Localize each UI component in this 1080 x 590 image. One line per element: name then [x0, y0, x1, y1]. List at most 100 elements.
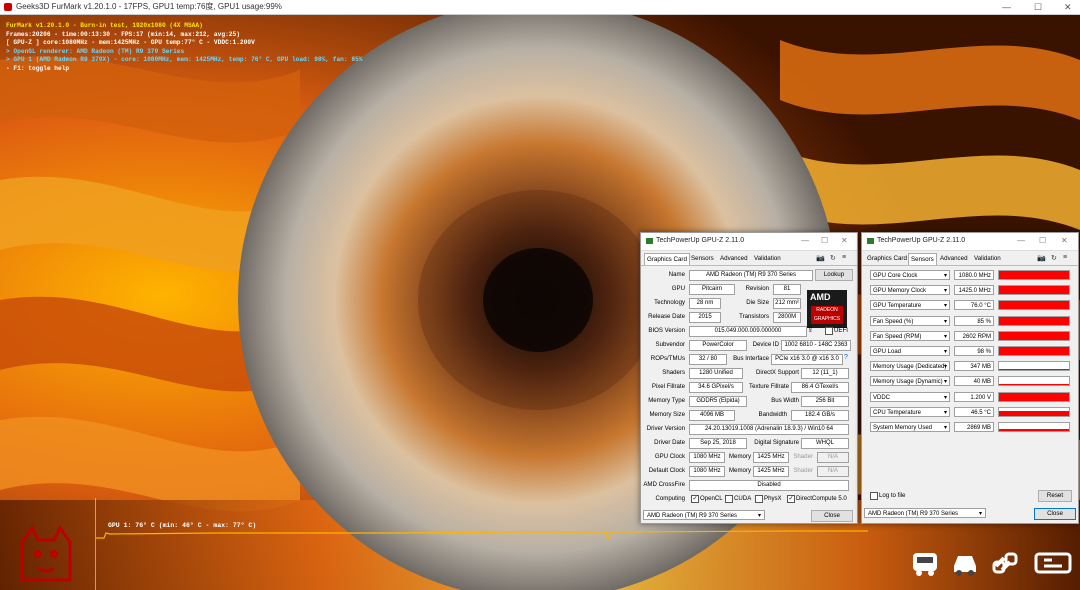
physx-checkbox[interactable] — [755, 495, 763, 503]
sensor-name-dropdown[interactable]: GPU Temperature ▾ — [870, 300, 950, 311]
sensor-name: System Memory Used — [873, 425, 933, 431]
tab-sensors[interactable]: Sensors — [908, 253, 937, 265]
car-icon — [954, 556, 976, 576]
share-icon[interactable]: ⇪ — [807, 325, 814, 334]
close-icon[interactable]: ✕ — [841, 236, 848, 245]
sensor-graph — [998, 391, 1070, 402]
tab-validation[interactable]: Validation — [972, 253, 1003, 264]
lookup-button[interactable]: Lookup — [815, 269, 853, 281]
cuda-checkbox[interactable] — [725, 495, 733, 503]
sensor-list: GPU Core Clock ▾ 1080.0 MHz GPU Memory Cloc… — [862, 266, 1078, 524]
furmark-osd: FurMark v1.20.1.0 - Burn-in test, 1920x1… — [6, 22, 362, 74]
gpu-select[interactable]: AMD Radeon (TM) R9 370 Series ▾ — [864, 508, 986, 518]
sensor-row: Memory Usage (Dedicated) ▾ 347 MB — [870, 361, 1070, 373]
gpuz-sensors-title: TechPowerUp GPU-Z 2.11.0 — [877, 237, 966, 244]
driver-date-label: Driver Date — [654, 439, 685, 446]
memory-size-label: Memory Size — [649, 411, 685, 418]
camera-icon[interactable]: 📷 — [1037, 254, 1046, 262]
log-to-file-checkbox[interactable] — [870, 492, 878, 500]
tab-validation[interactable]: Validation — [752, 253, 783, 264]
help-icon[interactable]: ? — [844, 354, 848, 361]
close-icon[interactable]: ✕ — [1064, 0, 1072, 14]
tab-sensors[interactable]: Sensors — [689, 253, 716, 264]
close-button[interactable]: Close — [811, 510, 853, 522]
subvendor-field: PowerColor — [689, 340, 747, 351]
directcompute-checkbox[interactable]: ✓ — [787, 495, 795, 503]
gpuz-sensors-tabs: Graphics Card Sensors Advanced Validatio… — [862, 251, 1078, 266]
link-icon — [992, 552, 1018, 574]
osd-line-gpuz: [ GPU-Z ] core:1080MHz - mem:1425MHz - G… — [6, 39, 255, 47]
sensor-graph-fill — [999, 271, 1069, 279]
sensor-row: Fan Speed (RPM) ▾ 2602 RPM — [870, 330, 1070, 343]
minimize-icon[interactable]: — — [1002, 0, 1011, 14]
gpu-select[interactable]: AMD Radeon (TM) R9 370 Series ▾ — [643, 510, 765, 520]
directx-field: 12 (11_1) — [801, 368, 849, 379]
brand-logo — [1034, 552, 1072, 574]
sensor-name: GPU Load — [873, 349, 902, 355]
sensor-graph — [998, 330, 1070, 341]
tab-graphics-card[interactable]: Graphics Card — [644, 253, 690, 265]
window-title: Geeks3D FurMark v1.20.1.0 - 17FPS, GPU1 … — [16, 2, 282, 11]
sensor-name-dropdown[interactable]: Memory Usage (Dedicated) ▾ — [870, 361, 950, 372]
sensor-name: GPU Memory Clock — [873, 288, 927, 295]
sensor-name: Fan Speed (RPM) — [873, 333, 922, 340]
gpu-field: Pitcairn — [689, 284, 735, 295]
chevron-down-icon: ▾ — [943, 273, 947, 279]
sensor-row: GPU Temperature ▾ 76.0 °C — [870, 300, 1070, 312]
gpu-select-value: AMD Radeon (TM) R9 370 Series — [647, 513, 738, 519]
reset-button[interactable]: Reset — [1038, 490, 1072, 502]
sensor-row: System Memory Used ▾ 2869 MB — [870, 422, 1070, 434]
sensor-value: 85 % — [954, 315, 994, 326]
temperature-graph-line — [96, 530, 868, 541]
uefi-checkbox[interactable] — [825, 327, 833, 335]
maximize-icon[interactable]: ☐ — [1034, 0, 1042, 14]
refresh-icon[interactable]: ↻ — [830, 254, 836, 262]
sensor-name-dropdown[interactable]: System Memory Used ▾ — [870, 422, 950, 432]
bus-interface-field: PCIe x16 3.0 @ x16 3.0 — [771, 354, 843, 365]
sensor-value: 40 MB — [954, 376, 994, 387]
sensor-name: VDDC — [873, 394, 891, 401]
chevron-down-icon: ▾ — [943, 394, 947, 401]
sensor-graph — [998, 361, 1070, 372]
subvendor-label: Subvendor — [655, 341, 685, 348]
close-icon[interactable]: ✕ — [1061, 236, 1068, 245]
tab-graphics-card[interactable]: Graphics Card — [865, 253, 909, 264]
sensor-name-dropdown[interactable]: GPU Core Clock ▾ — [870, 270, 950, 280]
camera-icon[interactable]: 📷 — [816, 254, 825, 262]
tab-advanced[interactable]: Advanced — [938, 253, 970, 264]
gpuz-card-body: Name AMD Radeon (TM) R9 370 Series Looku… — [641, 266, 857, 524]
sensor-name-dropdown[interactable]: Fan Speed (RPM) ▾ — [870, 330, 950, 341]
sensor-name-dropdown[interactable]: GPU Memory Clock ▾ — [870, 285, 950, 296]
refresh-icon[interactable]: ↻ — [1051, 254, 1057, 262]
shader-clock-label: Shader — [793, 453, 813, 460]
tab-advanced[interactable]: Advanced — [718, 253, 750, 264]
sensor-row: VDDC ▾ 1.200 V — [870, 391, 1070, 404]
sensor-name-dropdown[interactable]: VDDC ▾ — [870, 391, 950, 402]
minimize-icon[interactable]: — — [1017, 236, 1025, 245]
radeon-badge: RADEON GRAPHICS — [811, 306, 843, 324]
sensor-graph — [998, 300, 1070, 311]
maximize-icon[interactable]: ☐ — [1039, 236, 1046, 245]
close-button[interactable]: Close — [1034, 508, 1076, 520]
sensor-graph-fill — [999, 331, 1069, 340]
minimize-icon[interactable]: — — [801, 236, 809, 245]
sensor-name-dropdown[interactable]: Memory Usage (Dynamic) ▾ — [870, 376, 950, 387]
sensor-graph-fill — [999, 392, 1069, 401]
menu-icon[interactable]: ≡ — [1063, 254, 1067, 261]
sensor-value: 46.5 °C — [954, 406, 994, 417]
gpuz-app-icon — [646, 238, 653, 244]
sensor-name-dropdown[interactable]: GPU Load ▾ — [870, 346, 950, 356]
driver-date-field: Sep 25, 2018 — [689, 438, 747, 449]
maximize-icon[interactable]: ☐ — [821, 236, 828, 245]
memory-type-label: Memory Type — [648, 397, 685, 404]
gpu-select-value: AMD Radeon (TM) R9 370 Series — [868, 511, 959, 517]
opencl-checkbox[interactable]: ✓ — [691, 495, 699, 503]
osd-line-gpu1: > GPU 1 (AMD Radeon R9 370X) - core: 108… — [6, 56, 363, 64]
memory-size-field: 4096 MB — [689, 410, 735, 421]
sensor-name-dropdown[interactable]: Fan Speed (%) ▾ — [870, 315, 950, 326]
sensor-graph-fill — [999, 384, 1069, 386]
sensor-name-dropdown[interactable]: CPU Temperature ▾ — [870, 406, 950, 417]
default-shader-label: Shader — [793, 467, 813, 474]
shader-clock-field: N/A — [817, 452, 849, 463]
menu-icon[interactable]: ≡ — [842, 254, 846, 261]
